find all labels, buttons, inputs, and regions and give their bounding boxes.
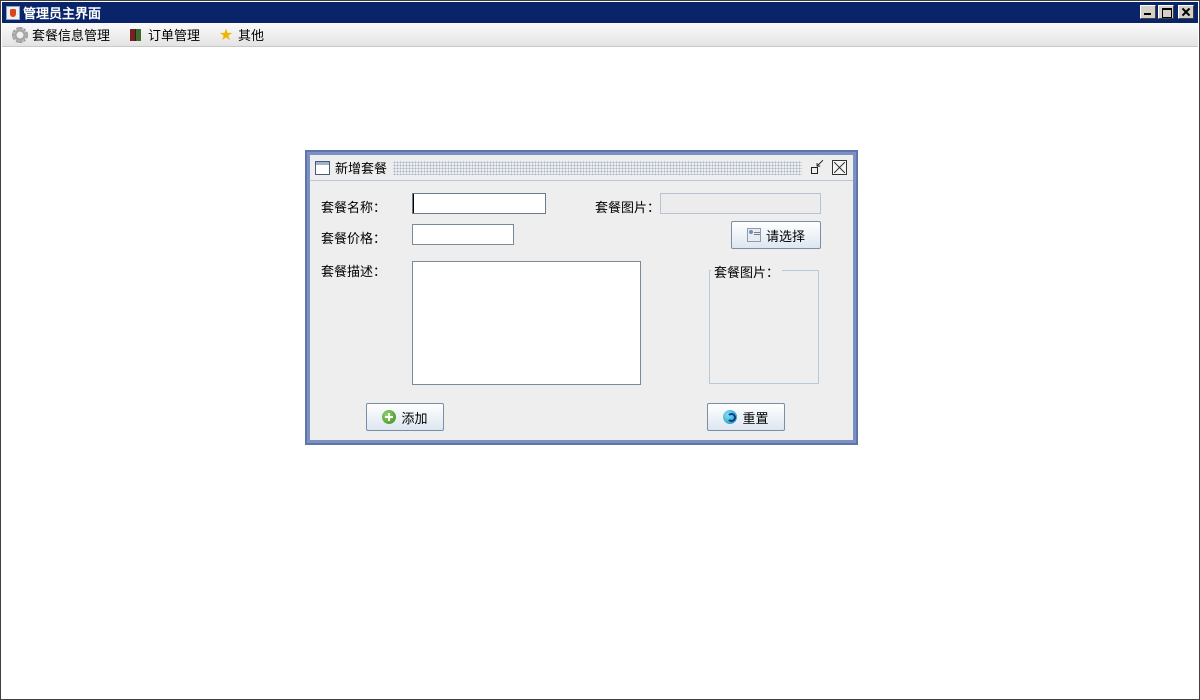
titlebar-grip — [393, 160, 802, 175]
add-button-label: 添加 — [401, 411, 428, 427]
image-label: 套餐图片： — [595, 201, 661, 216]
books-icon — [128, 27, 144, 43]
frame-window-icon — [315, 160, 330, 175]
desc-label: 套餐描述： — [321, 265, 387, 280]
close-button[interactable] — [1178, 5, 1194, 19]
gear-icon — [12, 26, 28, 43]
id-card-icon — [746, 228, 761, 242]
frame-close-icon[interactable] — [832, 160, 847, 175]
main-window: 管理员主界面 套餐信息管理 订单管理 ★ 其他 新增套餐 ↙ 套餐名称： 套餐图… — [0, 0, 1200, 700]
minimize-button[interactable] — [1140, 5, 1156, 19]
menu-package-info-label: 套餐信息管理 — [32, 29, 111, 44]
frame-title: 新增套餐 — [335, 162, 388, 177]
java-app-icon — [6, 5, 20, 20]
reset-button-label: 重置 — [742, 411, 769, 427]
name-input[interactable] — [412, 193, 546, 214]
price-label: 套餐价格： — [321, 232, 387, 247]
image-preview-caption: 套餐图片： — [711, 262, 783, 281]
image-path-field — [660, 193, 821, 214]
reset-button[interactable]: 重置 — [707, 403, 785, 431]
menu-package-info[interactable]: 套餐信息管理 — [10, 24, 112, 46]
window-title: 管理员主界面 — [23, 7, 102, 22]
menubar: 套餐信息管理 订单管理 ★ 其他 — [2, 23, 1198, 47]
maximize-button[interactable] — [1158, 5, 1174, 19]
refresh-icon — [723, 410, 738, 424]
frame-titlebar[interactable]: 新增套餐 — [310, 155, 853, 181]
add-button[interactable]: 添加 — [366, 403, 444, 431]
star-icon: ★ — [218, 24, 234, 44]
iconify-icon[interactable] — [808, 156, 826, 177]
name-label: 套餐名称： — [321, 201, 387, 216]
add-package-frame: 新增套餐 套餐名称： 套餐图片： 套餐价格： 请选择 套餐描述： 套餐图片： — [305, 150, 858, 445]
menu-other[interactable]: ★ 其他 — [216, 24, 266, 46]
choose-image-label: 请选择 — [765, 229, 805, 245]
menu-orders-label: 订单管理 — [148, 29, 201, 44]
image-preview-group — [709, 270, 819, 384]
desc-textarea[interactable] — [412, 261, 641, 385]
window-controls — [1140, 5, 1194, 19]
menu-orders[interactable]: 订单管理 — [126, 24, 202, 46]
window-titlebar[interactable]: 管理员主界面 — [2, 2, 1198, 23]
plus-icon — [382, 410, 397, 424]
add-package-frame-body: 新增套餐 套餐名称： 套餐图片： 套餐价格： 请选择 套餐描述： 套餐图片： — [310, 155, 853, 440]
menu-other-label: 其他 — [238, 29, 265, 44]
price-input[interactable] — [412, 224, 514, 245]
choose-image-button[interactable]: 请选择 — [731, 221, 821, 249]
